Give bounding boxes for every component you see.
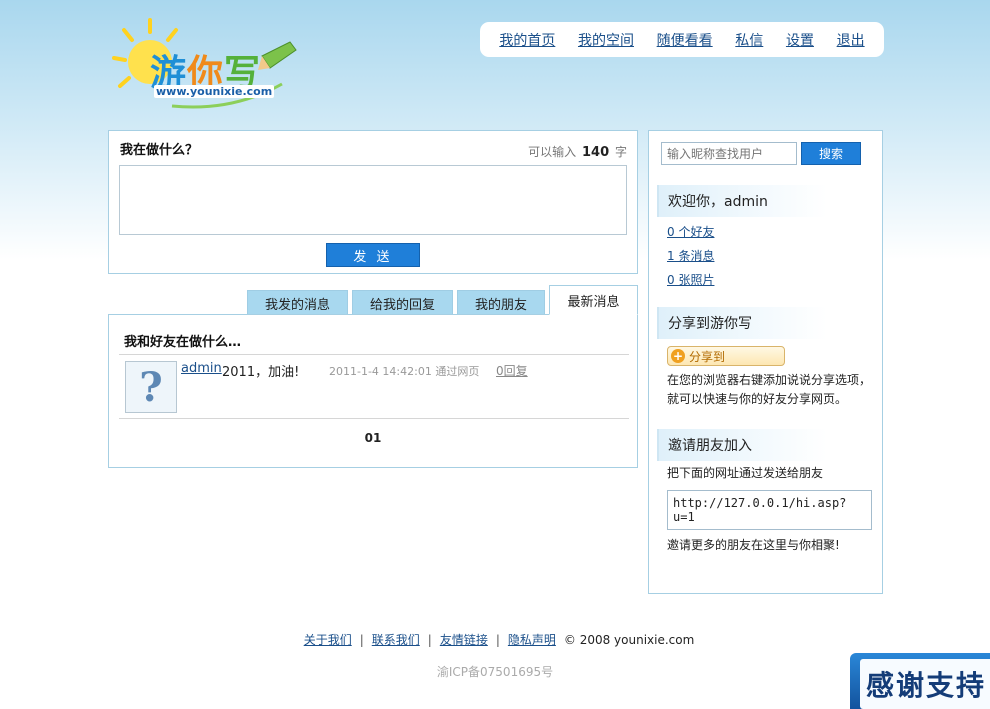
feed-user-link[interactable]: admin [181, 361, 222, 376]
invite-description: 把下面的网址通过发送给朋友 [667, 466, 824, 480]
feed-panel: 我和好友在做什么… ? admin 2011，加油! 2011-1-4 14:4… [108, 314, 638, 468]
site-logo[interactable]: 游你写 www.younixie.com [112, 14, 302, 114]
post-panel: 我在做什么？ 可以输入 140 字 发 送 [108, 130, 638, 274]
avatar-placeholder-icon[interactable]: ? [125, 361, 177, 413]
logo-url: www.younixie.com [154, 85, 275, 98]
feed-time: 2011-1-4 14:42:01 [329, 365, 432, 378]
footer-icp: 渝ICP备07501695号 [436, 665, 554, 679]
nav-messages[interactable]: 私信 [735, 30, 763, 50]
list-item: ? admin 2011，加油! 2011-1-4 14:42:01 通过网页 … [119, 359, 629, 417]
feed-text: 2011，加油! [222, 365, 300, 380]
tab-my-messages[interactable]: 我发的消息 [247, 290, 348, 315]
tab-my-friends[interactable]: 我的朋友 [457, 290, 545, 315]
footer-links: 关于我们 | 联系我们 | 友情链接 | 隐私声明 © 2008 younixie.com [0, 631, 990, 648]
feed-via: 通过网页 [435, 365, 480, 378]
welcome-heading: 欢迎你，admin [657, 185, 827, 217]
send-button[interactable]: 发 送 [326, 243, 420, 267]
nav-logout[interactable]: 退出 [837, 30, 865, 50]
thanks-badge[interactable]: 感谢支持 [850, 653, 990, 709]
nav-browse[interactable]: 随便看看 [657, 30, 713, 50]
char-limit-count: 140 [582, 145, 610, 160]
divider [119, 354, 629, 355]
share-button-label: 分享到 [689, 349, 726, 364]
footer-privacy-link[interactable]: 隐私声明 [508, 633, 556, 647]
footer-separator: | [427, 633, 432, 647]
divider [119, 418, 629, 419]
thanks-badge-text: 感谢支持 [860, 659, 990, 709]
search-button[interactable]: 搜索 [801, 142, 861, 165]
plus-icon: + [671, 349, 685, 363]
sidebar: 搜索 欢迎你，admin 0 个好友 1 条消息 0 张照片 分享到游你写 + … [648, 130, 883, 594]
nav-my-space[interactable]: 我的空间 [578, 30, 634, 50]
footer-friendlinks-link[interactable]: 友情链接 [440, 633, 488, 647]
tab-latest[interactable]: 最新消息 [549, 285, 638, 315]
share-heading: 分享到游你写 [657, 307, 827, 339]
share-description: 在您的浏览器右键添加说说分享选项，就可以快速与你的好友分享网页。 [667, 373, 872, 406]
invite-url-field[interactable]: http://127.0.0.1/hi.asp?u=1 [667, 490, 872, 530]
pagination[interactable]: 01 [109, 431, 637, 445]
footer-separator: | [495, 633, 500, 647]
nav-settings[interactable]: 设置 [786, 30, 814, 50]
friends-count-link[interactable]: 0 个好友 [667, 223, 714, 240]
photos-count-link[interactable]: 0 张照片 [667, 271, 714, 288]
post-title: 我在做什么？ [120, 143, 199, 158]
nav-home[interactable]: 我的首页 [499, 30, 555, 50]
char-limit-prefix: 可以输入 [528, 145, 577, 159]
feed-meta: 2011-1-4 14:42:01 通过网页 [329, 363, 479, 379]
invite-heading: 邀请朋友加入 [657, 429, 827, 461]
reply-link[interactable]: 0回复 [496, 362, 528, 379]
share-button[interactable]: + 分享到 [667, 346, 785, 366]
messages-count-link[interactable]: 1 条消息 [667, 247, 714, 264]
char-limit-suffix: 字 [614, 145, 627, 159]
char-limit: 可以输入 140 字 [528, 143, 627, 160]
feed-tabs: 我发的消息 给我的回复 我的朋友 最新消息 [247, 285, 638, 315]
top-nav: 我的首页 我的空间 随便看看 私信 设置 退出 [480, 22, 884, 57]
footer-separator: | [359, 633, 364, 647]
status-textarea[interactable] [119, 165, 627, 235]
footer-contact-link[interactable]: 联系我们 [372, 633, 420, 647]
invite-footer-text: 邀请更多的朋友在这里与你相聚! [667, 538, 840, 552]
tab-replies-to-me[interactable]: 给我的回复 [352, 290, 453, 315]
footer-copyright: © 2008 younixie.com [563, 633, 695, 647]
feed-title: 我和好友在做什么… [124, 335, 242, 350]
user-search-input[interactable] [661, 142, 797, 165]
footer-about-link[interactable]: 关于我们 [304, 633, 352, 647]
